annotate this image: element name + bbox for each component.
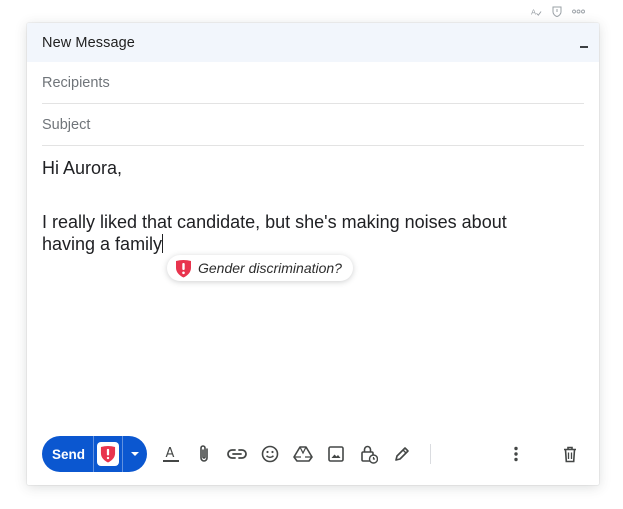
compose-window: New Message Recipients Subject Hi Aurora… — [27, 23, 599, 485]
trash-icon[interactable] — [560, 444, 580, 464]
svg-text:A: A — [166, 446, 175, 461]
more-horiz-icon[interactable] — [572, 9, 585, 14]
photo-icon[interactable] — [326, 444, 346, 464]
spellcheck-icon[interactable]: A — [531, 6, 542, 17]
send-shield-button[interactable] — [93, 436, 122, 472]
compose-title: New Message — [42, 34, 135, 51]
send-button[interactable]: Send — [42, 436, 93, 472]
minimize-icon[interactable] — [580, 45, 588, 48]
emoji-icon[interactable] — [260, 444, 280, 464]
bias-suggestion-chip[interactable]: Gender discrimination? — [167, 255, 353, 281]
message-body[interactable]: Hi Aurora, I really liked that candidate… — [42, 157, 507, 255]
shield-outline-icon[interactable] — [552, 6, 562, 17]
signature-icon[interactable] — [392, 444, 412, 464]
body-line-3: having a family — [42, 233, 507, 255]
link-icon[interactable] — [227, 444, 247, 464]
subject-placeholder: Subject — [42, 116, 91, 133]
recipients-placeholder: Recipients — [42, 74, 110, 91]
suggestion-label: Gender discrimination? — [198, 260, 342, 276]
text-caret — [162, 234, 164, 253]
body-line-greeting: Hi Aurora, — [42, 158, 123, 178]
shield-alert-icon — [175, 259, 192, 278]
body-line-2: I really liked that candidate, but she's… — [42, 212, 507, 232]
text-format-icon[interactable]: A — [161, 444, 181, 464]
toolbar-divider — [430, 444, 432, 464]
body-line-3-text: having a family — [42, 234, 163, 254]
compose-header[interactable]: New Message — [27, 23, 599, 62]
toolbar-right — [506, 444, 584, 464]
schedule-send-button[interactable] — [122, 436, 147, 472]
svg-text:A: A — [531, 7, 536, 16]
caret-down-icon — [131, 452, 140, 456]
confidential-icon[interactable] — [359, 444, 379, 464]
send-shield-pad — [97, 442, 120, 466]
send-button-group: Send — [42, 436, 148, 472]
drive-icon[interactable] — [293, 444, 313, 464]
recipients-field[interactable]: Recipients — [42, 62, 584, 104]
more-vert-icon[interactable] — [506, 444, 526, 464]
formatting-tools: A — [161, 444, 412, 464]
shield-alert-icon — [100, 446, 116, 463]
attach-icon[interactable] — [194, 444, 214, 464]
body-blank-line — [42, 179, 507, 211]
top-utility-icons: A — [531, 6, 585, 17]
subject-field[interactable]: Subject — [42, 104, 584, 146]
compose-toolbar: Send A — [42, 436, 584, 472]
